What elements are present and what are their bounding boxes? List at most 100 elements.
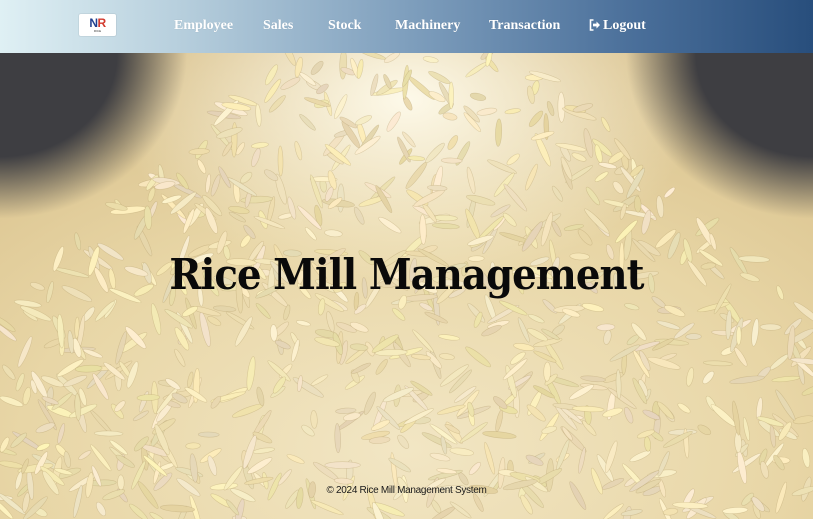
rice-grain (188, 148, 210, 155)
rice-grain (256, 386, 265, 407)
rice-grain (604, 440, 618, 474)
rice-grain (363, 391, 376, 415)
rice-grain (504, 108, 521, 115)
rice-grain (801, 385, 813, 396)
rice-grain (35, 422, 56, 434)
rice-grain (36, 442, 51, 451)
rice-grain (255, 103, 262, 127)
rice-grain (449, 447, 474, 456)
rice-grain (495, 409, 504, 432)
hero-background: Rice Mill Management © 2024 Rice Mill Ma… (0, 53, 813, 519)
rice-grain (476, 107, 498, 116)
rice-grain (353, 206, 365, 225)
nav-stock-link[interactable]: Stock (328, 17, 361, 35)
rice-grain (440, 157, 463, 164)
rice-grain (355, 115, 373, 126)
rice-grain (697, 302, 730, 313)
rice-grain (269, 324, 278, 342)
rice-grain (392, 307, 406, 321)
rice-grain (138, 390, 149, 413)
rice-grain (447, 135, 459, 150)
rice-grain (769, 353, 790, 371)
rice-grain (252, 447, 275, 454)
nav-employee-link[interactable]: Employee (174, 17, 233, 35)
rice-grain (299, 114, 316, 131)
rice-grain (546, 100, 555, 117)
rice-grain (334, 94, 348, 120)
rice-grain (310, 374, 329, 386)
rice-grain (729, 375, 765, 385)
rice-grain (577, 229, 593, 246)
rice-grain (0, 460, 24, 469)
rice-grain (383, 53, 401, 63)
rice-grain (210, 174, 221, 197)
rice-grain (594, 171, 609, 182)
rice-grain (702, 360, 733, 367)
rice-grain (442, 112, 458, 121)
rice-grain (251, 147, 261, 168)
rice-grain (468, 461, 481, 476)
rice-grain (736, 326, 742, 346)
rice-grain (530, 131, 555, 141)
footer-copyright: © 2024 Rice Mill Management System (326, 485, 487, 496)
nav-sales-link[interactable]: Sales (263, 17, 293, 35)
rice-grain (324, 461, 361, 469)
rice-grain (93, 430, 124, 437)
rice-grain (291, 339, 300, 362)
rice-grain (427, 184, 448, 192)
rice-grain (769, 425, 776, 448)
rice-grain (482, 431, 517, 439)
rice-grain (742, 417, 750, 441)
rice-grain (207, 455, 218, 476)
rice-grain (205, 173, 211, 194)
rice-grain (438, 334, 461, 341)
rice-grain (251, 142, 269, 149)
rice-grain (189, 494, 202, 519)
rice-grain (466, 166, 476, 194)
rice-grain (378, 216, 402, 234)
rice-grain (197, 159, 207, 174)
rice-grain (584, 208, 610, 234)
rice-grain (386, 111, 401, 132)
rice-grain (663, 186, 676, 199)
rice-grain (436, 468, 458, 475)
rice-grain (612, 181, 624, 194)
rice-grain (792, 415, 813, 425)
rice-grain (339, 53, 348, 80)
rice-grain (802, 448, 811, 468)
rice-grain (601, 116, 611, 132)
rice-grain (448, 81, 454, 110)
rice-grain (17, 336, 33, 368)
brand-logo[interactable]: NR RICE (79, 14, 116, 36)
top-navbar: NR RICE Employee Sales Stock Machinery T… (0, 0, 813, 53)
rice-grain (197, 431, 220, 438)
rice-grain (528, 110, 544, 127)
nav-logout-link[interactable]: Logout (589, 17, 646, 37)
rice-grain (129, 503, 148, 519)
rice-grain (297, 375, 303, 393)
rice-grain (95, 501, 107, 517)
rice-grain (429, 452, 451, 462)
rice-grain (734, 347, 748, 367)
rice-grain (397, 434, 410, 449)
nav-machinery-link[interactable]: Machinery (395, 17, 460, 35)
rice-grain (304, 227, 317, 241)
rice-grain (78, 450, 92, 460)
rice-grain (580, 375, 606, 383)
rice-grain (185, 442, 201, 450)
nav-transaction-link[interactable]: Transaction (489, 17, 560, 35)
rice-grain (543, 361, 552, 382)
rice-grain (422, 56, 439, 63)
rice-grain (465, 61, 488, 78)
rice-grain (551, 220, 562, 237)
rice-grain (294, 140, 303, 161)
rice-grain (585, 186, 600, 206)
rice-grain (751, 318, 760, 347)
rice-grain (286, 454, 305, 464)
rice-grain (722, 506, 749, 515)
rice-grain (63, 451, 71, 468)
rice-grain (624, 303, 640, 311)
nav-logout-label: Logout (603, 18, 646, 33)
rice-grain (22, 386, 31, 406)
rice-grain (620, 509, 643, 517)
